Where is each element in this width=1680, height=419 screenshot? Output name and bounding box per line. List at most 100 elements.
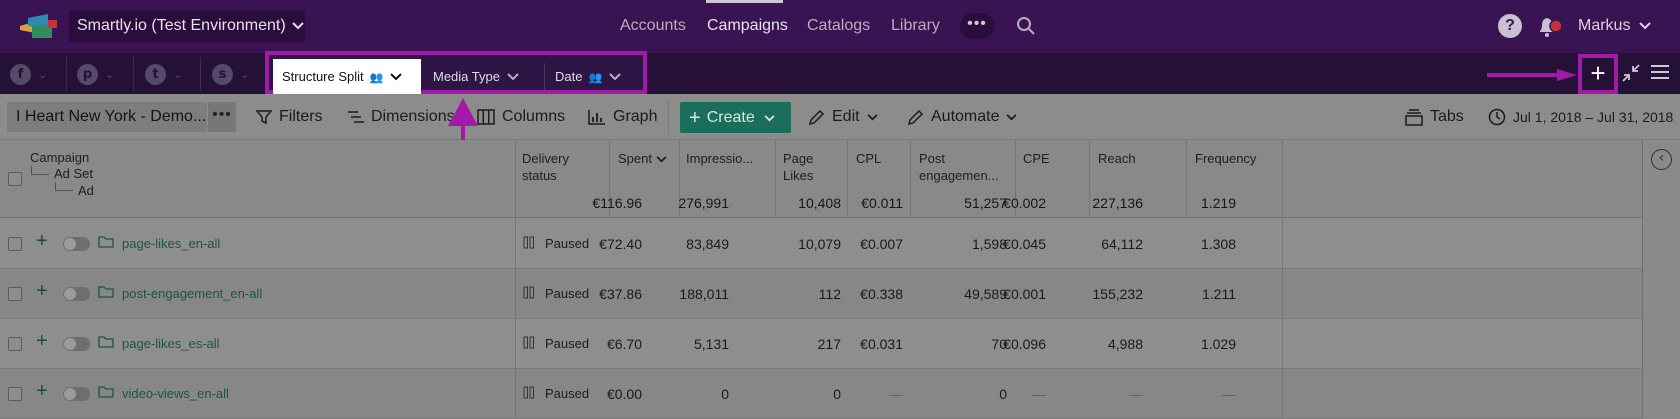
cell-impressions: 5,131 [693,336,729,352]
tabs-button[interactable]: Tabs [1405,108,1464,126]
divider [66,57,67,91]
column-divider [515,269,516,319]
side-panel-rail: ‹ [1642,140,1680,419]
tab-label: Media Type [433,69,500,84]
edit-label: Edit [832,108,860,125]
chevron-down-icon[interactable] [609,59,621,94]
environment-name: Smartly.io (Test Environment) [77,17,286,34]
chevron-down-icon[interactable] [390,59,403,94]
row-checkbox[interactable] [8,287,22,301]
nav-link-accounts[interactable]: Accounts [620,17,686,35]
expand-row-icon[interactable]: + [36,381,48,401]
smartly-logo-icon[interactable] [18,14,58,40]
campaign-name-link[interactable]: post-engagement_en-all [122,286,262,301]
row-active-toggle[interactable] [63,337,90,351]
search-icon[interactable] [1016,16,1036,36]
collapse-icon[interactable] [1621,63,1641,83]
tree-connector [31,166,49,175]
select-all-checkbox[interactable] [8,172,22,186]
notification-bell-icon[interactable] [1536,14,1564,38]
tab-media-type[interactable]: Media Type [433,59,519,94]
platform-pinterest[interactable]: p ⌄ [77,61,114,87]
hierarchy-level-ad: Ad [78,183,94,198]
row-checkbox[interactable] [8,337,22,351]
nav-link-campaigns[interactable]: Campaigns [707,17,788,35]
columns-button[interactable]: Columns [477,108,565,126]
cell-cpl: — [889,386,903,402]
user-menu[interactable]: Markus [1578,17,1651,35]
automate-button[interactable]: Automate [907,108,1017,126]
cell-cpe: €0.045 [1003,236,1046,252]
hierarchy-level-adset: Ad Set [54,166,94,181]
col-header-reach[interactable]: Reach [1098,150,1136,167]
platform-twitter[interactable]: t ⌄ [145,61,182,87]
col-header-cpl[interactable]: CPL [856,150,881,167]
total-page-likes: 10,408 [798,195,841,211]
campaign-name-link[interactable]: page-likes_es-all [122,336,220,351]
row-active-toggle[interactable] [63,237,90,251]
row-active-toggle[interactable] [63,387,90,401]
cell-frequency: 1.029 [1200,336,1236,352]
cell-frequency: 1.308 [1200,236,1236,252]
hamburger-menu-icon[interactable] [1651,64,1669,80]
date-range-label: Jul 1, 2018 – Jul 31, 2018 [1513,109,1674,125]
pause-icon [523,386,534,399]
pinterest-icon: p [77,63,98,85]
row-checkbox[interactable] [8,387,22,401]
edit-button[interactable]: Edit [808,108,878,126]
nav-more-button[interactable]: ••• [960,13,994,39]
divider [200,57,201,91]
column-divider [1282,140,1283,218]
expand-row-icon[interactable]: + [36,231,48,251]
platform-snapchat[interactable]: s ⌄ [212,61,249,87]
column-divider [775,140,776,218]
account-breadcrumb[interactable]: I Heart New York - Demo... [7,102,207,132]
nav-link-catalogs[interactable]: Catalogs [807,17,870,35]
row-active-toggle[interactable] [63,287,90,301]
nav-link-library[interactable]: Library [891,17,940,35]
tab-label: Structure Split [282,69,364,84]
environment-switcher[interactable]: Smartly.io (Test Environment) [69,10,305,42]
create-button[interactable]: + Create [680,102,791,133]
table-row[interactable]: + page-likes_es-all Paused €6.70 5,131 2… [0,319,1642,369]
nav-active-indicator [706,0,783,3]
col-header-cpe[interactable]: CPE [1023,150,1050,167]
cell-cpl: €0.031 [860,336,903,352]
tab-date[interactable]: Date 👥 [555,59,621,94]
date-range-picker[interactable]: Jul 1, 2018 – Jul 31, 2018 [1488,108,1673,126]
total-impressions: 276,991 [678,195,729,211]
col-header-page-likes[interactable]: Page Likes [783,150,813,184]
dimensions-button[interactable]: Dimensions [348,108,455,126]
col-header-delivery-status[interactable]: Delivery status [522,150,569,184]
table-row[interactable]: + post-engagement_en-all Paused €37.86 1… [0,269,1642,319]
tab-structure-split[interactable]: Structure Split 👥 [273,59,421,94]
col-header-impressions[interactable]: Impressio... [686,150,753,167]
column-divider [910,140,911,218]
campaign-name-link[interactable]: video-views_en-all [122,386,229,401]
add-view-button[interactable]: + [1578,54,1618,94]
col-header-frequency[interactable]: Frequency [1195,150,1256,167]
column-divider [1089,140,1090,218]
total-cpl: €0.011 [861,195,903,211]
table-row[interactable]: + page-likes_en-all Paused €72.40 83,849… [0,219,1642,269]
col-header-post-engagement[interactable]: Post engagemen... [919,150,999,184]
report-toolbar: I Heart New York - Demo... ••• Filters D… [0,94,1680,140]
row-checkbox[interactable] [8,237,22,251]
expand-side-panel-icon[interactable]: ‹ [1651,149,1672,170]
expand-row-icon[interactable]: + [36,281,48,301]
col-header-spent[interactable]: Spent [618,150,667,167]
expand-row-icon[interactable]: + [36,331,48,351]
help-icon[interactable]: ? [1498,14,1522,38]
cell-spent: €72.40 [599,236,642,252]
cell-page-likes: 217 [817,336,841,352]
table-row[interactable]: + video-views_en-all Paused €0.00 0 0 — … [0,369,1642,419]
chevron-down-icon [1635,17,1651,34]
dimensions-label: Dimensions [371,108,455,125]
chevron-down-icon[interactable] [507,59,519,94]
filters-button[interactable]: Filters [256,108,323,126]
graph-button[interactable]: Graph [588,108,657,126]
delivery-status: Paused [545,236,590,251]
breadcrumb-more-button[interactable]: ••• [208,102,236,132]
campaign-name-link[interactable]: page-likes_en-all [122,236,220,251]
platform-facebook[interactable]: f ⌄ [10,61,47,87]
